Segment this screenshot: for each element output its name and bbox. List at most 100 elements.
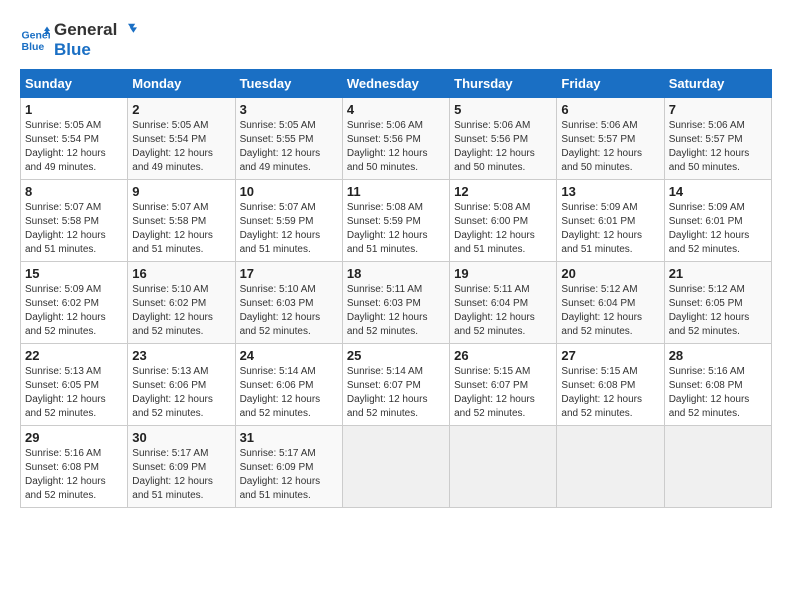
dow-header-tuesday: Tuesday — [235, 70, 342, 98]
day-info: Sunrise: 5:10 AMSunset: 6:02 PMDaylight:… — [132, 284, 213, 337]
day-number: 30 — [132, 430, 230, 445]
day-info: Sunrise: 5:09 AMSunset: 6:02 PMDaylight:… — [25, 284, 106, 337]
calendar-cell: 13 Sunrise: 5:09 AMSunset: 6:01 PMDaylig… — [557, 180, 664, 262]
day-number: 23 — [132, 348, 230, 363]
day-info: Sunrise: 5:15 AMSunset: 6:08 PMDaylight:… — [561, 366, 642, 419]
calendar-cell: 3 Sunrise: 5:05 AMSunset: 5:55 PMDayligh… — [235, 98, 342, 180]
calendar-cell: 7 Sunrise: 5:06 AMSunset: 5:57 PMDayligh… — [664, 98, 771, 180]
day-number: 12 — [454, 184, 552, 199]
day-info: Sunrise: 5:09 AMSunset: 6:01 PMDaylight:… — [561, 202, 642, 255]
day-number: 31 — [240, 430, 338, 445]
day-info: Sunrise: 5:06 AMSunset: 5:57 PMDaylight:… — [669, 120, 750, 173]
logo: General Blue General Blue — [20, 20, 137, 59]
day-info: Sunrise: 5:13 AMSunset: 6:06 PMDaylight:… — [132, 366, 213, 419]
calendar-cell: 28 Sunrise: 5:16 AMSunset: 6:08 PMDaylig… — [664, 344, 771, 426]
calendar-cell: 6 Sunrise: 5:06 AMSunset: 5:57 PMDayligh… — [557, 98, 664, 180]
calendar-cell: 20 Sunrise: 5:12 AMSunset: 6:04 PMDaylig… — [557, 262, 664, 344]
calendar-body: 1 Sunrise: 5:05 AMSunset: 5:54 PMDayligh… — [21, 98, 772, 508]
day-info: Sunrise: 5:13 AMSunset: 6:05 PMDaylight:… — [25, 366, 106, 419]
calendar-cell: 2 Sunrise: 5:05 AMSunset: 5:54 PMDayligh… — [128, 98, 235, 180]
day-number: 2 — [132, 102, 230, 117]
day-info: Sunrise: 5:06 AMSunset: 5:56 PMDaylight:… — [347, 120, 428, 173]
day-number: 26 — [454, 348, 552, 363]
day-info: Sunrise: 5:17 AMSunset: 6:09 PMDaylight:… — [132, 448, 213, 501]
day-number: 4 — [347, 102, 445, 117]
calendar-cell: 4 Sunrise: 5:06 AMSunset: 5:56 PMDayligh… — [342, 98, 449, 180]
calendar-cell: 23 Sunrise: 5:13 AMSunset: 6:06 PMDaylig… — [128, 344, 235, 426]
dow-header-wednesday: Wednesday — [342, 70, 449, 98]
dow-header-thursday: Thursday — [450, 70, 557, 98]
calendar-cell: 17 Sunrise: 5:10 AMSunset: 6:03 PMDaylig… — [235, 262, 342, 344]
day-info: Sunrise: 5:12 AMSunset: 6:05 PMDaylight:… — [669, 284, 750, 337]
day-info: Sunrise: 5:06 AMSunset: 5:56 PMDaylight:… — [454, 120, 535, 173]
day-info: Sunrise: 5:09 AMSunset: 6:01 PMDaylight:… — [669, 202, 750, 255]
day-info: Sunrise: 5:05 AMSunset: 5:54 PMDaylight:… — [25, 120, 106, 173]
calendar-cell: 9 Sunrise: 5:07 AMSunset: 5:58 PMDayligh… — [128, 180, 235, 262]
logo-icon: General Blue — [20, 25, 50, 55]
calendar-cell: 25 Sunrise: 5:14 AMSunset: 6:07 PMDaylig… — [342, 344, 449, 426]
day-info: Sunrise: 5:16 AMSunset: 6:08 PMDaylight:… — [669, 366, 750, 419]
day-number: 14 — [669, 184, 767, 199]
day-info: Sunrise: 5:11 AMSunset: 6:04 PMDaylight:… — [454, 284, 535, 337]
day-info: Sunrise: 5:05 AMSunset: 5:55 PMDaylight:… — [240, 120, 321, 173]
day-number: 22 — [25, 348, 123, 363]
day-number: 27 — [561, 348, 659, 363]
day-number: 3 — [240, 102, 338, 117]
days-of-week-row: SundayMondayTuesdayWednesdayThursdayFrid… — [21, 70, 772, 98]
calendar-cell: 29 Sunrise: 5:16 AMSunset: 6:08 PMDaylig… — [21, 426, 128, 508]
calendar-cell: 14 Sunrise: 5:09 AMSunset: 6:01 PMDaylig… — [664, 180, 771, 262]
day-info: Sunrise: 5:07 AMSunset: 5:58 PMDaylight:… — [25, 202, 106, 255]
calendar-week-row: 1 Sunrise: 5:05 AMSunset: 5:54 PMDayligh… — [21, 98, 772, 180]
calendar-cell: 5 Sunrise: 5:06 AMSunset: 5:56 PMDayligh… — [450, 98, 557, 180]
svg-text:General: General — [22, 29, 51, 41]
dow-header-monday: Monday — [128, 70, 235, 98]
dow-header-friday: Friday — [557, 70, 664, 98]
calendar-cell: 26 Sunrise: 5:15 AMSunset: 6:07 PMDaylig… — [450, 344, 557, 426]
day-number: 16 — [132, 266, 230, 281]
day-number: 28 — [669, 348, 767, 363]
dow-header-saturday: Saturday — [664, 70, 771, 98]
calendar-week-row: 15 Sunrise: 5:09 AMSunset: 6:02 PMDaylig… — [21, 262, 772, 344]
day-number: 11 — [347, 184, 445, 199]
calendar-week-row: 8 Sunrise: 5:07 AMSunset: 5:58 PMDayligh… — [21, 180, 772, 262]
day-info: Sunrise: 5:16 AMSunset: 6:08 PMDaylight:… — [25, 448, 106, 501]
day-info: Sunrise: 5:12 AMSunset: 6:04 PMDaylight:… — [561, 284, 642, 337]
calendar-cell: 12 Sunrise: 5:08 AMSunset: 6:00 PMDaylig… — [450, 180, 557, 262]
day-number: 1 — [25, 102, 123, 117]
day-number: 10 — [240, 184, 338, 199]
calendar-cell: 11 Sunrise: 5:08 AMSunset: 5:59 PMDaylig… — [342, 180, 449, 262]
day-number: 24 — [240, 348, 338, 363]
page-header: General Blue General Blue — [20, 20, 772, 59]
day-number: 8 — [25, 184, 123, 199]
svg-text:Blue: Blue — [22, 40, 45, 52]
day-number: 6 — [561, 102, 659, 117]
day-number: 17 — [240, 266, 338, 281]
day-number: 21 — [669, 266, 767, 281]
calendar-cell: 21 Sunrise: 5:12 AMSunset: 6:05 PMDaylig… — [664, 262, 771, 344]
day-number: 18 — [347, 266, 445, 281]
day-info: Sunrise: 5:08 AMSunset: 5:59 PMDaylight:… — [347, 202, 428, 255]
day-number: 7 — [669, 102, 767, 117]
day-number: 25 — [347, 348, 445, 363]
dow-header-sunday: Sunday — [21, 70, 128, 98]
day-number: 5 — [454, 102, 552, 117]
calendar-cell: 8 Sunrise: 5:07 AMSunset: 5:58 PMDayligh… — [21, 180, 128, 262]
calendar-cell — [664, 426, 771, 508]
day-number: 13 — [561, 184, 659, 199]
calendar-cell — [557, 426, 664, 508]
day-info: Sunrise: 5:07 AMSunset: 5:59 PMDaylight:… — [240, 202, 321, 255]
calendar-cell: 24 Sunrise: 5:14 AMSunset: 6:06 PMDaylig… — [235, 344, 342, 426]
calendar-cell: 19 Sunrise: 5:11 AMSunset: 6:04 PMDaylig… — [450, 262, 557, 344]
calendar-cell: 15 Sunrise: 5:09 AMSunset: 6:02 PMDaylig… — [21, 262, 128, 344]
calendar-cell: 10 Sunrise: 5:07 AMSunset: 5:59 PMDaylig… — [235, 180, 342, 262]
calendar-cell: 18 Sunrise: 5:11 AMSunset: 6:03 PMDaylig… — [342, 262, 449, 344]
day-number: 29 — [25, 430, 123, 445]
calendar-cell: 22 Sunrise: 5:13 AMSunset: 6:05 PMDaylig… — [21, 344, 128, 426]
day-info: Sunrise: 5:11 AMSunset: 6:03 PMDaylight:… — [347, 284, 428, 337]
calendar-cell: 30 Sunrise: 5:17 AMSunset: 6:09 PMDaylig… — [128, 426, 235, 508]
calendar-week-row: 29 Sunrise: 5:16 AMSunset: 6:08 PMDaylig… — [21, 426, 772, 508]
day-info: Sunrise: 5:07 AMSunset: 5:58 PMDaylight:… — [132, 202, 213, 255]
calendar-cell: 16 Sunrise: 5:10 AMSunset: 6:02 PMDaylig… — [128, 262, 235, 344]
day-number: 19 — [454, 266, 552, 281]
day-info: Sunrise: 5:14 AMSunset: 6:06 PMDaylight:… — [240, 366, 321, 419]
